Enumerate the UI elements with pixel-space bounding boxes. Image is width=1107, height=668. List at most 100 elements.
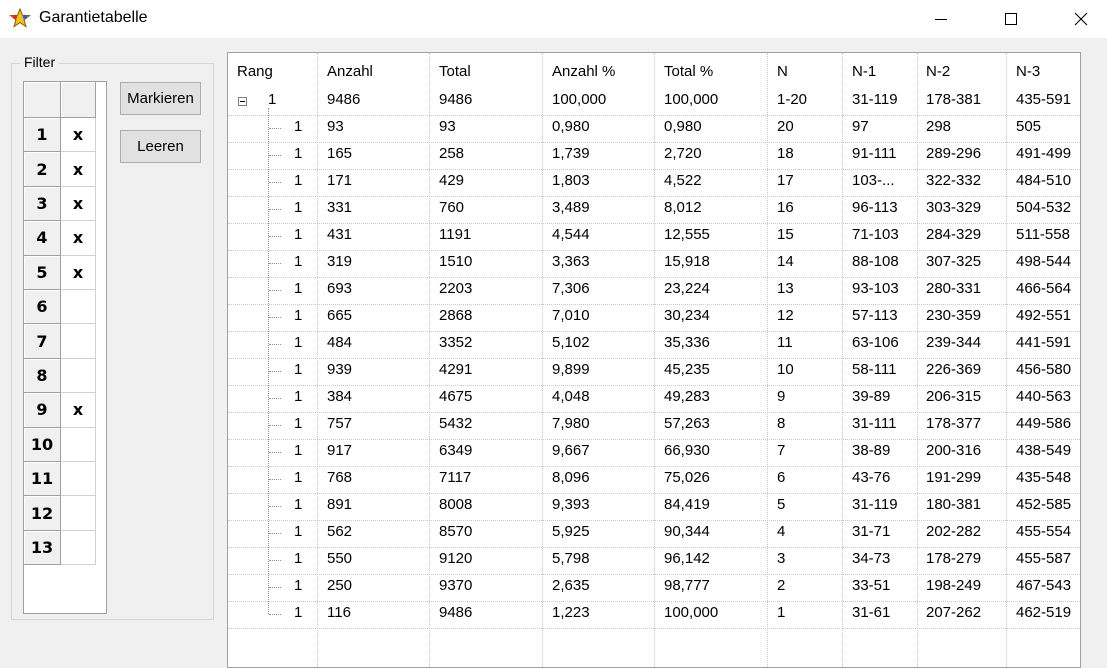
filter-row-number[interactable]: 8 <box>24 358 61 394</box>
table-cell: 31-71 <box>852 523 891 540</box>
tree-rank-cell: 1 <box>294 469 303 486</box>
table-cell: 462-519 <box>1016 604 1072 621</box>
column-header[interactable]: N-1 <box>852 63 876 80</box>
filter-row-mark[interactable]: x <box>61 186 96 222</box>
table-cell: 466-564 <box>1016 280 1072 297</box>
column-header[interactable]: Anzahl <box>327 63 373 80</box>
table-cell: 178-381 <box>926 91 982 108</box>
table-cell: 384 <box>327 388 353 405</box>
tree-rank-cell: 1 <box>294 550 303 567</box>
table-cell: 3,489 <box>552 199 590 216</box>
tree-branch-line <box>269 236 281 237</box>
tree-rank-cell: 1 <box>294 253 303 270</box>
column-header[interactable]: Rang <box>237 63 273 80</box>
table-cell: 435-548 <box>1016 469 1072 486</box>
row-divider <box>228 115 1080 116</box>
table-cell: 1 <box>777 604 786 621</box>
filter-row-number[interactable]: 13 <box>24 530 61 566</box>
tree-branch-line <box>269 371 281 372</box>
filter-row-number[interactable]: 7 <box>24 324 61 359</box>
table-cell: 7,010 <box>552 307 590 324</box>
table-cell: 96-113 <box>852 199 898 216</box>
filter-grid[interactable]: 1 x 2 x 3 x 4 x 5 x 6 7 8 9 x 10 11 12 13 <box>23 81 107 614</box>
table-cell: 431 <box>327 226 353 243</box>
filter-row-number[interactable]: 12 <box>24 496 61 531</box>
filter-row-number[interactable]: 3 <box>24 186 61 222</box>
table-cell: 307-325 <box>926 253 982 270</box>
row-divider <box>228 142 1080 143</box>
filter-row-mark[interactable] <box>61 530 96 566</box>
filter-row-number[interactable]: 5 <box>24 255 61 290</box>
filter-row-mark[interactable]: x <box>61 118 96 153</box>
column-header[interactable]: N-2 <box>926 63 950 80</box>
table-cell: 45,235 <box>664 361 710 378</box>
tree-rank-cell: 1 <box>294 496 303 513</box>
table-cell: 200-316 <box>926 442 982 459</box>
table-cell: 452-585 <box>1016 496 1072 513</box>
column-header[interactable]: Total % <box>664 63 713 80</box>
filter-row-mark[interactable]: x <box>61 221 96 256</box>
table-cell: 15,918 <box>664 253 710 270</box>
filter-row-number[interactable]: 9 <box>24 393 61 428</box>
filter-row-number[interactable]: 11 <box>24 462 61 497</box>
table-cell: 226-369 <box>926 361 982 378</box>
row-divider <box>228 250 1080 251</box>
table-cell: 1-20 <box>777 91 808 108</box>
tree-rank-cell: 1 <box>294 604 303 621</box>
filter-row-number[interactable]: 2 <box>24 152 61 187</box>
filter-row-mark[interactable] <box>61 358 96 394</box>
table-cell: 467-543 <box>1016 577 1072 594</box>
guarantee-table[interactable]: Rang Anzahl Total Anzahl % Total % N N-1 N-2 N-3… <box>227 52 1081 668</box>
filter-row-mark[interactable] <box>61 427 96 462</box>
table-cell: 491-499 <box>1016 145 1072 162</box>
table-cell: 58-111 <box>852 361 897 378</box>
filter-row-mark[interactable] <box>61 324 96 359</box>
tree-branch-line <box>269 155 281 156</box>
tree-rank-cell: 1 <box>268 91 277 108</box>
minimize-button[interactable] <box>918 0 964 38</box>
table-cell: 17 <box>777 172 794 189</box>
filter-row-mark[interactable]: x <box>61 152 96 187</box>
tree-branch-line <box>269 452 281 453</box>
table-cell: 693 <box>327 280 353 297</box>
mark-button[interactable]: Markieren <box>120 82 201 115</box>
row-divider <box>228 277 1080 278</box>
filter-row-mark[interactable] <box>61 290 96 325</box>
filter-row-mark[interactable] <box>61 462 96 497</box>
filter-row-mark[interactable]: x <box>61 393 96 428</box>
table-cell: 319 <box>327 253 353 270</box>
row-divider <box>228 493 1080 494</box>
table-cell: 456-580 <box>1016 361 1072 378</box>
column-header[interactable]: N-3 <box>1016 63 1040 80</box>
table-cell: 0,980 <box>664 118 702 135</box>
tree-rank-cell: 1 <box>294 577 303 594</box>
tree-rank-cell: 1 <box>294 307 303 324</box>
filter-row-mark[interactable] <box>61 496 96 531</box>
column-header[interactable]: Anzahl % <box>552 63 615 80</box>
table-cell: 550 <box>327 550 353 567</box>
filter-row-number[interactable]: 4 <box>24 221 61 256</box>
table-cell: 103-... <box>852 172 895 189</box>
tree-rank-cell: 1 <box>294 172 303 189</box>
filter-row-mark[interactable]: x <box>61 255 96 290</box>
table-cell: 93 <box>439 118 456 135</box>
close-button[interactable] <box>1058 0 1104 38</box>
table-cell: 16 <box>777 199 794 216</box>
table-cell: 562 <box>327 523 353 540</box>
filter-row-number[interactable]: 6 <box>24 290 61 325</box>
column-header[interactable]: N <box>777 63 788 80</box>
tree-collapse-icon[interactable] <box>238 97 247 106</box>
close-icon <box>1074 12 1088 26</box>
filter-row-number[interactable]: 1 <box>24 118 61 153</box>
maximize-button[interactable] <box>988 0 1034 38</box>
table-cell: 322-332 <box>926 172 982 189</box>
table-cell: 484-510 <box>1016 172 1072 189</box>
table-cell: 93-103 <box>852 280 899 297</box>
clear-button[interactable]: Leeren <box>120 130 201 163</box>
column-header[interactable]: Total <box>439 63 471 80</box>
tree-branch-line <box>269 587 281 588</box>
table-cell: 6 <box>777 469 786 486</box>
maximize-icon <box>1005 13 1017 25</box>
table-cell: 8 <box>777 415 786 432</box>
filter-row-number[interactable]: 10 <box>24 427 61 462</box>
